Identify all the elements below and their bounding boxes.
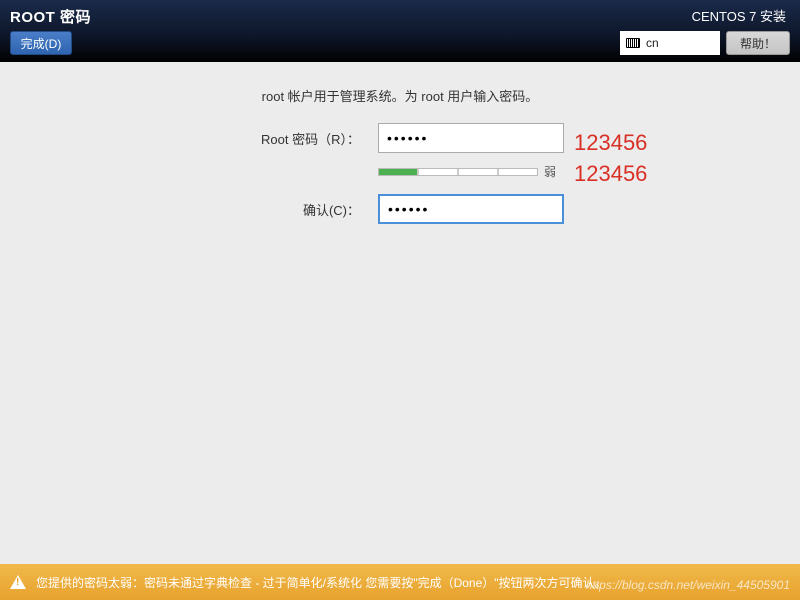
password-label: Root 密码（R）： bbox=[236, 129, 366, 148]
page-title: ROOT 密码 bbox=[10, 6, 91, 27]
confirm-password-input[interactable] bbox=[378, 194, 564, 224]
help-button[interactable]: 帮助！ bbox=[726, 31, 790, 55]
installer-title: CENTOS 7 安装 bbox=[692, 6, 790, 25]
warning-icon bbox=[10, 575, 26, 589]
confirm-row: 确认(C)： bbox=[40, 194, 760, 224]
topbar-right: CENTOS 7 安装 cn 帮助！ bbox=[620, 6, 790, 62]
topbar: ROOT 密码 完成(D) CENTOS 7 安装 cn 帮助！ bbox=[0, 0, 800, 62]
overlay-annotations: 123456 123456 bbox=[574, 128, 647, 190]
strength-text: 弱 bbox=[544, 163, 564, 180]
strength-row: 弱 bbox=[182, 163, 760, 180]
warning-text: 您提供的密码太弱：密码未通过字典检查 - 过于简单化/系统化 您需要按"完成（D… bbox=[36, 574, 607, 591]
lang-code: cn bbox=[646, 36, 659, 50]
root-password-input[interactable] bbox=[378, 123, 564, 153]
strength-fill bbox=[379, 169, 417, 175]
content-area: root 帐户用于管理系统。为 root 用户输入密码。 Root 密码（R）：… bbox=[0, 62, 800, 258]
confirm-label: 确认(C)： bbox=[236, 200, 366, 219]
password-row: Root 密码（R）： bbox=[40, 123, 760, 153]
instruction-text: root 帐户用于管理系统。为 root 用户输入密码。 bbox=[40, 86, 760, 105]
keyboard-icon bbox=[626, 38, 640, 48]
annotation-line-2: 123456 bbox=[574, 159, 647, 190]
annotation-line-1: 123456 bbox=[574, 128, 647, 159]
keyboard-layout-selector[interactable]: cn bbox=[620, 31, 720, 55]
topbar-left: ROOT 密码 完成(D) bbox=[10, 6, 91, 62]
password-strength-meter bbox=[378, 168, 538, 176]
done-button[interactable]: 完成(D) bbox=[10, 31, 72, 55]
watermark: https://blog.csdn.net/weixin_44505901 bbox=[586, 578, 790, 592]
